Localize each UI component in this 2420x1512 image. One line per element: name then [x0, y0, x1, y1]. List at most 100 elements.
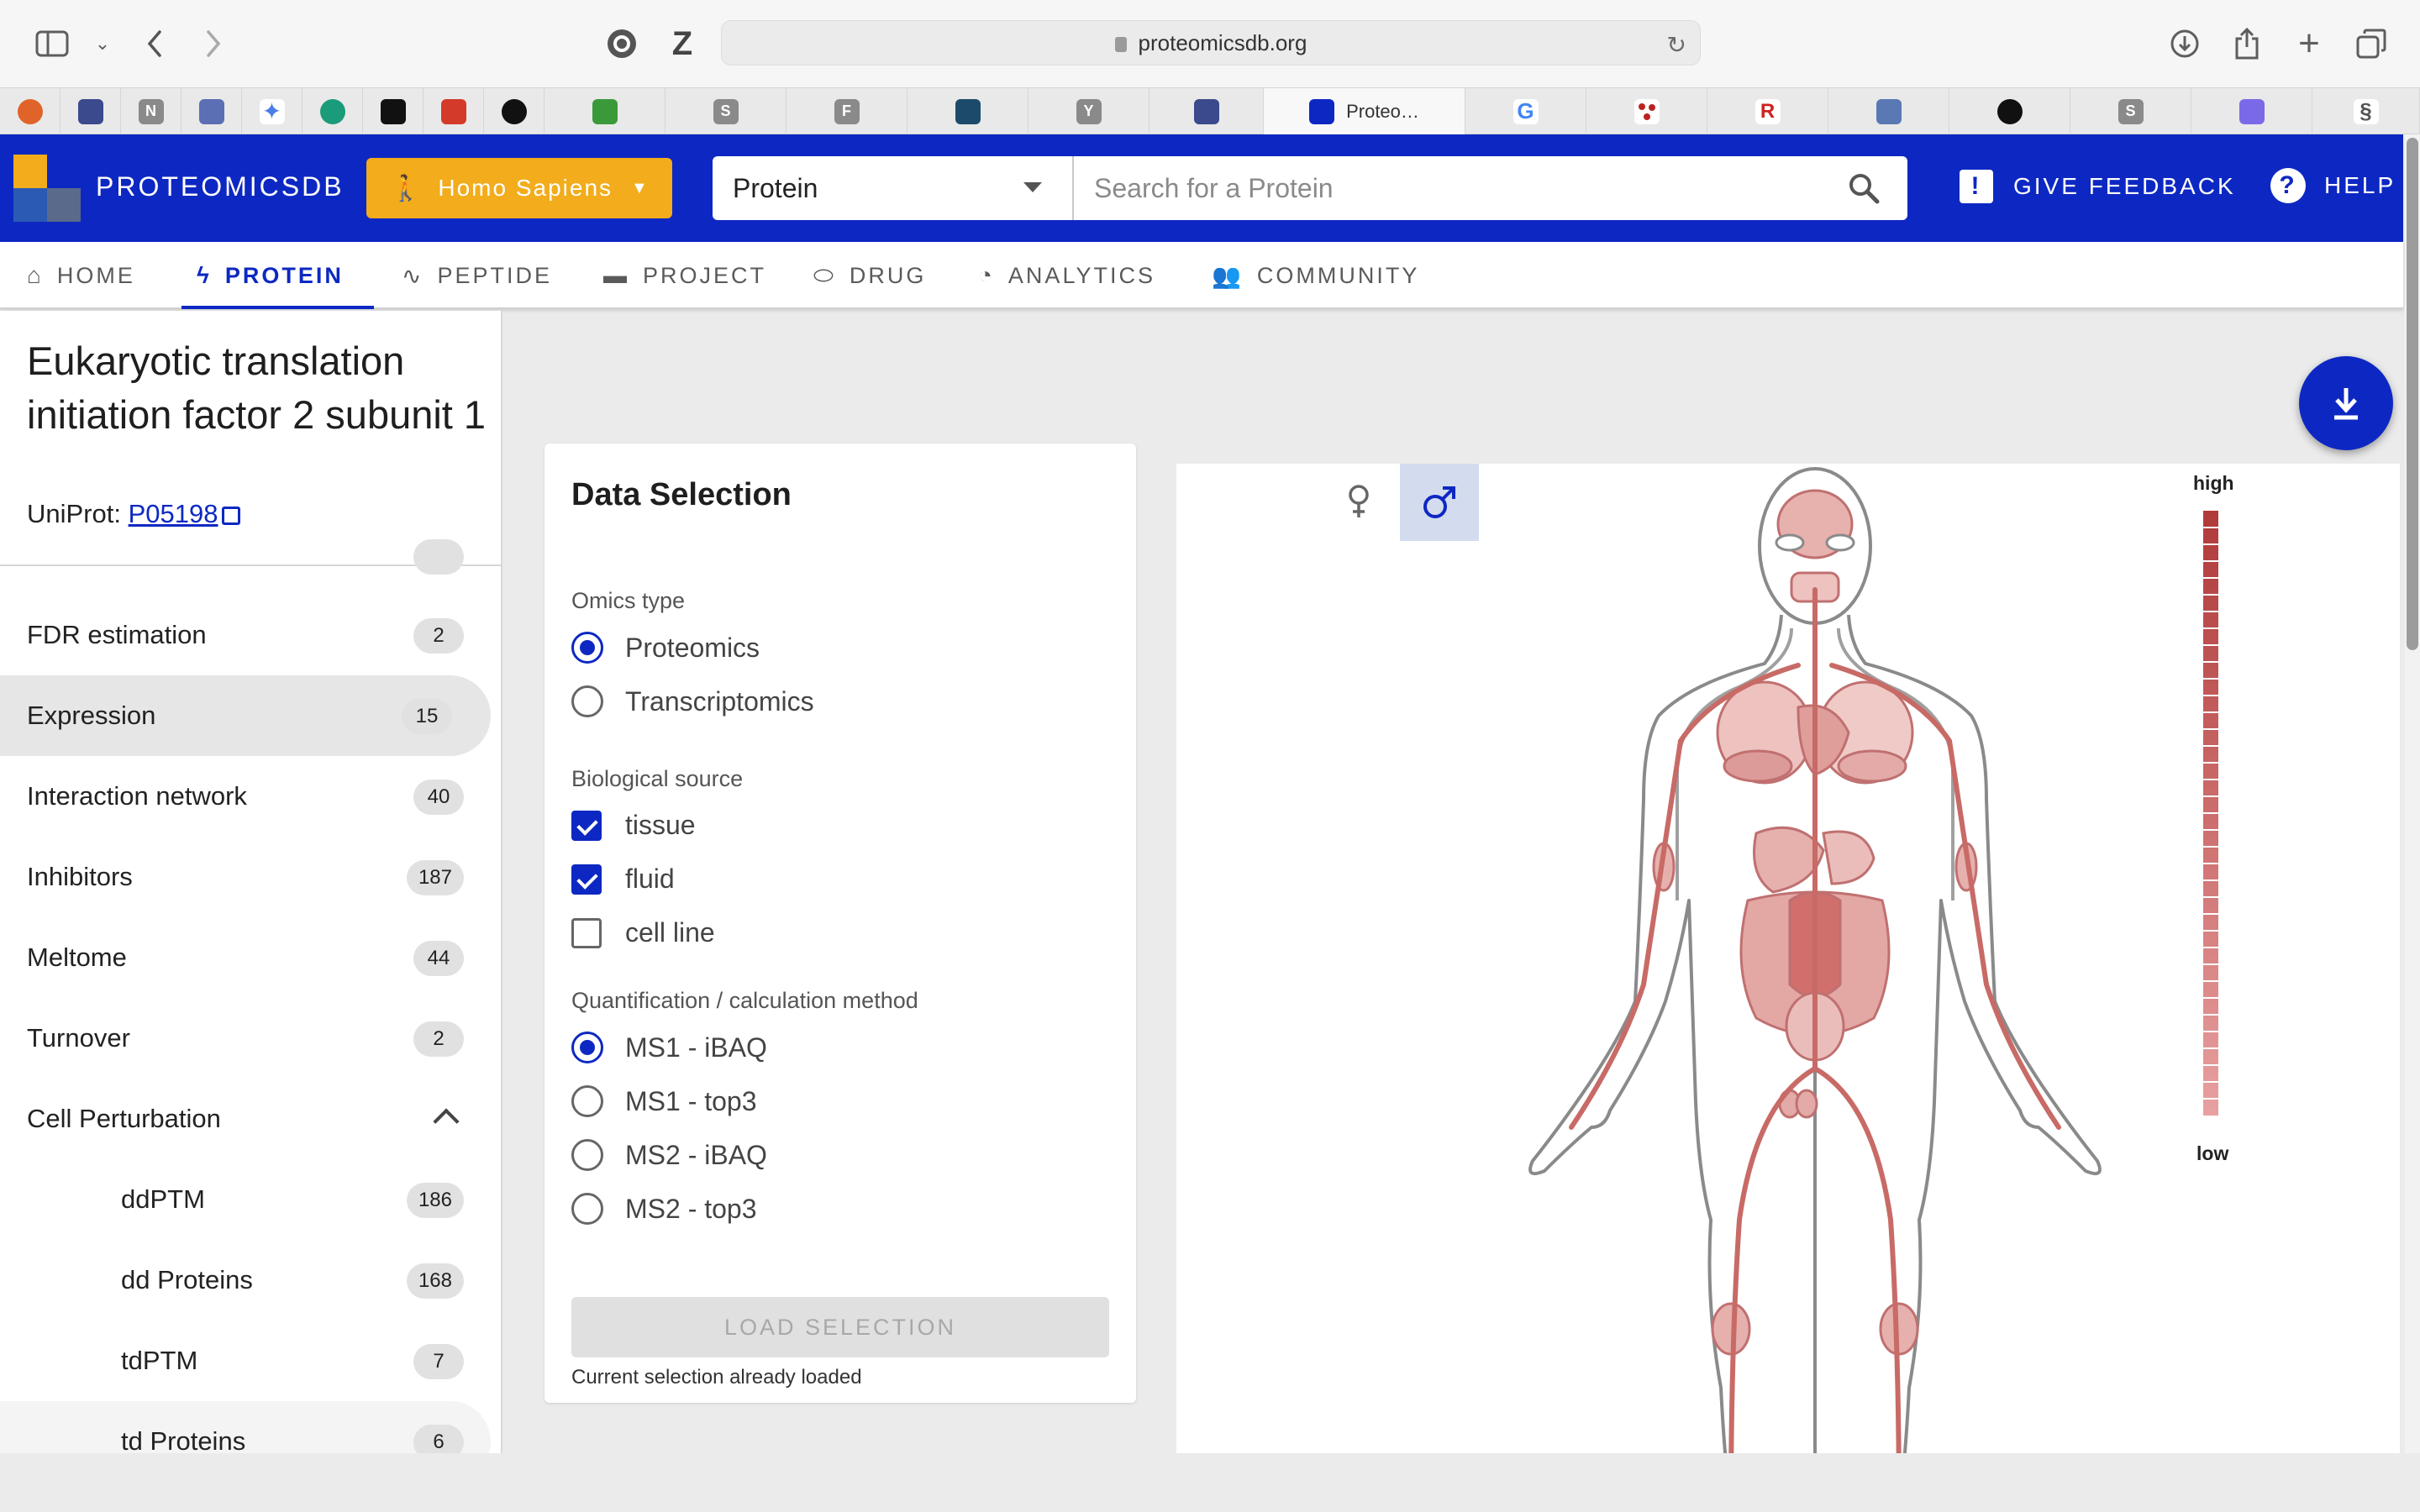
brand-name[interactable]: PROTEOMICSDB: [96, 171, 345, 202]
reload-icon[interactable]: ↻: [1667, 31, 1686, 59]
sidebar-toggle-icon[interactable]: [32, 24, 72, 64]
tab-project[interactable]: ▬ PROJECT: [603, 242, 766, 309]
option-label: fluid: [625, 864, 675, 894]
checkbox[interactable]: [571, 917, 602, 948]
load-selection-button[interactable]: LOAD SELECTION: [571, 1297, 1109, 1357]
tab-protein[interactable]: ϟ PROTEIN: [182, 242, 374, 309]
radio-ms2-ibaq[interactable]: MS2 - iBAQ: [571, 1139, 767, 1171]
data-selection-panel: Data Selection Omics type Proteomics Tra…: [544, 444, 1136, 1403]
tab-favicon-icon: R: [1754, 98, 1781, 124]
browser-tab[interactable]: [1828, 88, 1949, 134]
browser-tab[interactable]: [1949, 88, 2070, 134]
browser-tab[interactable]: ✦: [242, 88, 302, 134]
new-tab-icon[interactable]: +: [2289, 23, 2329, 64]
search-input[interactable]: [1094, 168, 1833, 208]
browser-tab[interactable]: F: [786, 88, 908, 134]
radio-button[interactable]: [571, 1193, 603, 1225]
grammarly-icon[interactable]: [602, 24, 642, 64]
sidebar-item-td-proteins[interactable]: td Proteins 6: [0, 1401, 491, 1453]
radio-ms2-top3[interactable]: MS2 - top3: [571, 1193, 757, 1225]
sidebar-item-inhibitors[interactable]: Inhibitors 187: [0, 837, 491, 917]
count-badge: 40: [413, 780, 464, 815]
radio-proteomics[interactable]: Proteomics: [571, 632, 760, 664]
sidebar-item-tdptm[interactable]: tdPTM 7: [0, 1320, 491, 1401]
legend-high-label: high: [2193, 472, 2234, 494]
checkbox[interactable]: [571, 810, 602, 841]
browser-tab[interactable]: [2191, 88, 2312, 134]
tab-home[interactable]: ⌂ HOME: [27, 242, 135, 309]
sidebar-item-dd-proteins[interactable]: dd Proteins 168: [0, 1240, 491, 1320]
radio-button[interactable]: [571, 1085, 603, 1117]
chevron-down-icon[interactable]: ⌄: [82, 24, 123, 64]
checkbox-tissue[interactable]: tissue: [571, 810, 696, 841]
give-feedback-button[interactable]: ! GIVE FEEDBACK: [1960, 170, 2236, 203]
male-toggle[interactable]: [1400, 464, 1479, 541]
browser-tab[interactable]: [908, 88, 1028, 134]
browser-tab[interactable]: [424, 88, 484, 134]
download-button[interactable]: [2299, 356, 2393, 450]
browser-tab[interactable]: S: [2070, 88, 2191, 134]
tab-favicon-icon: [592, 98, 618, 124]
checkbox-cell-line[interactable]: cell line: [571, 917, 715, 948]
browser-tab-active[interactable]: Proteo…: [1264, 88, 1465, 134]
browser-tab[interactable]: [484, 88, 544, 134]
zotero-icon[interactable]: Z: [662, 24, 702, 64]
radio-button[interactable]: [571, 1139, 603, 1171]
radio-ms1-top3[interactable]: MS1 - top3: [571, 1085, 757, 1117]
tab-overview-icon[interactable]: [2351, 24, 2391, 64]
dropdown-arrow-icon: [1023, 182, 1042, 192]
external-link-icon[interactable]: [221, 507, 240, 525]
browser-tab[interactable]: [182, 88, 242, 134]
sidebar-item-ddptm[interactable]: ddPTM 186: [0, 1159, 491, 1240]
sidebar-item-expression[interactable]: Expression 15: [0, 675, 491, 756]
back-icon[interactable]: [134, 24, 175, 64]
browser-tab[interactable]: [302, 88, 363, 134]
uniprot-link[interactable]: P05198: [129, 499, 218, 528]
search-box: [1074, 156, 1907, 220]
radio-button[interactable]: [571, 1032, 603, 1063]
radio-button[interactable]: [571, 632, 603, 664]
tab-peptide[interactable]: ∿ PEPTIDE: [402, 242, 552, 309]
sidebar-item-fdr-estimation[interactable]: FDR estimation 2: [0, 595, 491, 675]
sidebar-item-interaction-network[interactable]: Interaction network 40: [0, 756, 491, 837]
browser-tab[interactable]: N: [121, 88, 182, 134]
sidebar-item-turnover[interactable]: Turnover 2: [0, 998, 491, 1079]
browser-tab[interactable]: [0, 88, 60, 134]
female-toggle[interactable]: [1321, 464, 1397, 541]
radio-ms1-ibaq[interactable]: MS1 - iBAQ: [571, 1032, 767, 1063]
search-type-select[interactable]: Protein: [713, 156, 1074, 220]
radio-button[interactable]: [571, 685, 603, 717]
browser-tab[interactable]: [1586, 88, 1707, 134]
browser-tab[interactable]: [1150, 88, 1264, 134]
sidebar-item-cell-perturbation[interactable]: Cell Perturbation: [0, 1079, 491, 1159]
browser-tab[interactable]: Y: [1028, 88, 1150, 134]
tab-label: PEPTIDE: [437, 262, 552, 288]
tab-favicon-icon: [1996, 98, 2023, 124]
anatomy-body-diagram[interactable]: [1479, 464, 2151, 1512]
browser-tab[interactable]: [544, 88, 666, 134]
checkbox-fluid[interactable]: fluid: [571, 864, 675, 895]
sidebar-item-meltome[interactable]: Meltome 44: [0, 917, 491, 998]
scrollbar-thumb[interactable]: [2407, 138, 2418, 650]
address-bar[interactable]: proteomicsdb.org ↻: [721, 20, 1701, 66]
download-icon[interactable]: [2165, 24, 2205, 64]
checkbox[interactable]: [571, 864, 602, 895]
forward-icon[interactable]: [193, 24, 234, 64]
tab-analytics[interactable]: ◔ ANALYTICS: [978, 242, 1155, 309]
radio-transcriptomics[interactable]: Transcriptomics: [571, 685, 814, 717]
sidebar-item-label: Expression: [27, 701, 156, 730]
help-label: HELP: [2324, 172, 2396, 198]
organism-selector[interactable]: 🚶 Homo Sapiens ▼: [366, 158, 672, 218]
browser-tab[interactable]: S: [666, 88, 786, 134]
browser-tab[interactable]: R: [1707, 88, 1828, 134]
browser-tab[interactable]: [60, 88, 121, 134]
browser-tab[interactable]: §: [2312, 88, 2420, 134]
proteomicsdb-logo[interactable]: [13, 155, 81, 222]
search-icon[interactable]: [1847, 171, 1881, 205]
share-icon[interactable]: [2227, 24, 2267, 64]
tab-community[interactable]: 👥 COMMUNITY: [1212, 242, 1419, 309]
browser-tab[interactable]: [363, 88, 424, 134]
browser-tab[interactable]: G: [1465, 88, 1586, 134]
tab-drug[interactable]: ⬭ DRUG: [813, 242, 926, 309]
help-button[interactable]: ? HELP: [2270, 168, 2396, 203]
